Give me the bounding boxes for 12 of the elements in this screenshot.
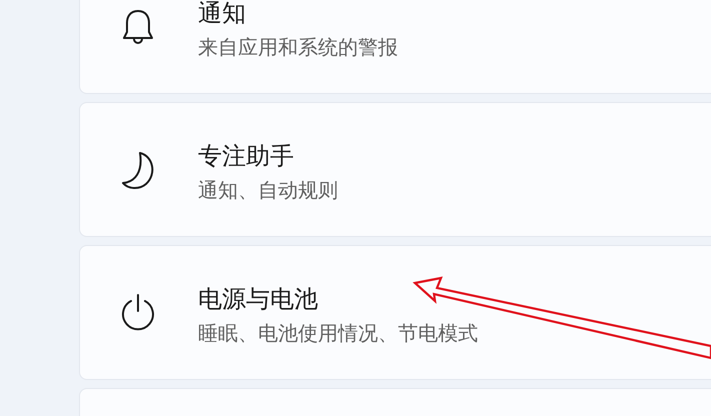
item-title: 电源与电池: [198, 284, 319, 314]
moon-icon: [120, 150, 156, 190]
item-title: 专注助手: [198, 140, 295, 170]
item-description: 来自应用和系统的警报: [198, 34, 398, 60]
settings-item[interactable]: 通知 来自应用和系统的警报: [79, 0, 711, 94]
settings-item[interactable]: 电源与电池 睡眠、电池使用情况、节电模式: [79, 245, 711, 380]
item-description: 睡眠、电池使用情况、节电模式: [198, 320, 478, 346]
power-icon: [119, 292, 157, 332]
item-description: 通知、自动规则: [198, 176, 338, 202]
settings-item[interactable]: 专注助手 通知、自动规则: [79, 102, 711, 237]
item-title: 通知: [198, 0, 247, 28]
bell-icon: [121, 8, 155, 46]
